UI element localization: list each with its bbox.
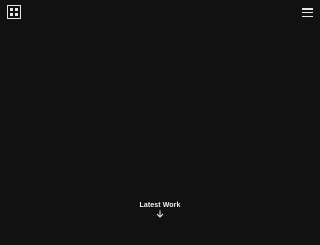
menu-bar — [302, 15, 313, 17]
hamburger-menu-icon[interactable] — [302, 8, 313, 17]
menu-bar — [302, 11, 313, 14]
latest-work-link[interactable]: Latest Work — [0, 201, 320, 218]
menu-bar — [302, 8, 313, 10]
arrow-down-icon — [156, 210, 164, 218]
logo-square — [10, 13, 13, 16]
logo-square — [15, 8, 18, 11]
page: Latest Work — [0, 0, 320, 245]
four-squares-logo-icon[interactable] — [7, 5, 21, 19]
latest-work-label: Latest Work — [139, 202, 181, 209]
logo-square — [10, 8, 13, 11]
logo-square — [15, 13, 18, 16]
